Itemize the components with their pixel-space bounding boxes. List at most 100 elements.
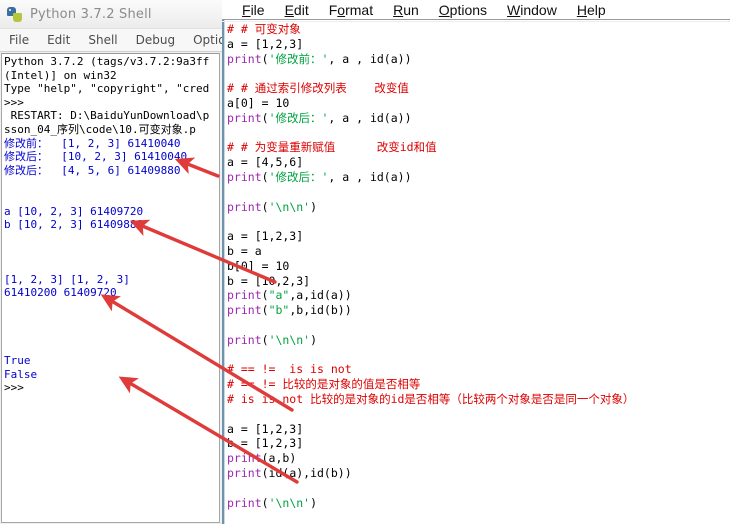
code-token-plain: , a , id(a)) <box>328 169 412 184</box>
shell-output-line: 修改后： [4, 5, 6] 61409880 <box>4 163 181 177</box>
code-token-plain: ( <box>261 495 269 510</box>
code-line: print('\n\n') <box>227 333 727 348</box>
code-token-string: '\n\n' <box>268 199 311 214</box>
code-token-plain: b = a <box>227 243 262 258</box>
menubar-separator <box>222 19 730 20</box>
shell-menu-edit[interactable]: Edit <box>38 33 79 47</box>
code-token-plain: ) <box>310 332 318 347</box>
shell-menu-shell[interactable]: Shell <box>79 33 126 47</box>
code-token-comment: # # 通过索引修改列表 改变值 <box>227 81 409 96</box>
shell-output-line: Type "help", "copyright", "cred <box>4 82 210 96</box>
code-line: # # 为变量重新赋值 改变id和值 <box>227 140 727 155</box>
shell-output-line: Python 3.7.2 (tags/v3.7.2:9a3ff <box>4 55 210 68</box>
code-token-plain: ( <box>261 51 269 66</box>
pane-divider-highlight <box>224 0 225 524</box>
code-token-builtin: print <box>227 303 262 318</box>
code-token-string: '修改后：' <box>268 169 329 184</box>
code-token-builtin: print <box>227 288 262 303</box>
shell-output-area[interactable]: Python 3.7.2 (tags/v3.7.2:9a3ff (Intel)] … <box>1 53 220 523</box>
shell-output-line <box>4 232 219 246</box>
code-token-plain: , a , id(a)) <box>328 51 412 66</box>
editor-menu-run[interactable]: Run <box>383 2 429 18</box>
code-token-plain: ) <box>310 495 318 510</box>
editor-menu-options[interactable]: Options <box>429 2 497 18</box>
code-token-string: "a" <box>268 288 290 303</box>
code-line: print("a",a,id(a)) <box>227 288 727 303</box>
editor-menu-format[interactable]: Format <box>319 2 383 18</box>
shell-output-line: True <box>4 354 31 368</box>
code-line: print('\n\n') <box>227 200 727 215</box>
code-token-builtin: print <box>227 332 262 347</box>
shell-menubar[interactable]: FileEditShellDebugOptions <box>0 29 222 52</box>
code-token-builtin: print <box>227 465 262 480</box>
code-token-builtin: print <box>227 495 262 510</box>
code-line: print("b",b,id(b)) <box>227 303 727 318</box>
shell-output-line <box>4 245 219 259</box>
shell-output-line: >>> <box>4 381 24 395</box>
code-line: a = [1,2,3] <box>227 422 727 437</box>
code-token-plain: ( <box>261 169 269 184</box>
code-editor-text[interactable]: # # 可变对象 a = [1,2,3] print('修改前：', a , id(… <box>227 22 727 522</box>
shell-title: Python 3.7.2 Shell <box>30 6 152 22</box>
code-token-string: "b" <box>268 303 290 318</box>
code-token-plain: b = [10,2,3] <box>227 273 311 288</box>
shell-output-line: False <box>4 367 38 381</box>
shell-output-line <box>4 313 219 327</box>
python-shell-window: Python 3.7.2 Shell File Edit Shell Debug Opt… <box>0 0 222 524</box>
code-token-plain: a = [1,2,3] <box>227 421 304 436</box>
code-line: a = [1,2,3] <box>227 37 727 52</box>
code-token-comment: # == != is is not <box>227 362 352 377</box>
code-token-plain: a[0] = 10 <box>227 95 290 110</box>
code-token-plain: a = [1,2,3] <box>227 229 304 244</box>
idle-editor-pane: File Edit Format Run Options Window Help # # 可… <box>222 0 730 524</box>
editor-menu-window[interactable]: Window <box>497 2 567 18</box>
code-token-plain: ( <box>261 110 269 125</box>
code-token-comment: # # 为变量重新赋值 改变id和值 <box>227 140 437 155</box>
python-logo-icon <box>7 6 24 23</box>
code-token-plain: a = [1,2,3] <box>227 36 304 51</box>
code-token-plain: ) <box>310 199 318 214</box>
code-token-comment: # == != 比较的是对象的值是否相等 <box>227 377 421 392</box>
code-line: b[0] = 10 <box>227 259 727 274</box>
code-token-builtin: print <box>227 110 262 125</box>
editor-menu-help[interactable]: Help <box>567 2 616 18</box>
editor-menubar[interactable]: File Edit Format Run Options Window Help <box>222 0 730 19</box>
code-line: a = [4,5,6] <box>227 155 727 170</box>
code-token-plain: ( <box>261 199 269 214</box>
shell-output-line <box>4 191 219 205</box>
shell-output-line: 修改后： [10, 2, 3] 61410040 <box>4 150 188 164</box>
code-token-plain: (id(a),id(b)) <box>261 465 352 480</box>
shell-output-line: RESTART: D:\BaiduYunDownload\p <box>4 109 210 123</box>
code-token-string: '\n\n' <box>268 495 311 510</box>
code-line: a[0] = 10 <box>227 96 727 111</box>
code-line: # == != is is not <box>227 362 727 377</box>
editor-menu-file[interactable]: File <box>232 2 275 18</box>
code-line: a = [1,2,3] <box>227 229 727 244</box>
shell-output-line: b [10, 2, 3] 61409880 <box>4 218 144 232</box>
code-line: print('修改后：', a , id(a)) <box>227 111 727 126</box>
shell-menu-debug[interactable]: Debug <box>127 33 184 47</box>
shell-menu-file[interactable]: File <box>0 33 38 47</box>
shell-output-line: >>> <box>4 95 24 109</box>
code-token-plain: , a , id(a)) <box>328 110 412 125</box>
code-token-plain: ( <box>261 303 269 318</box>
code-token-builtin: print <box>227 169 262 184</box>
code-line: print('\n\n') <box>227 496 727 511</box>
code-token-plain: ( <box>261 332 269 347</box>
screenshot-root: Python 3.7.2 Shell File Edit Shell Debug Opt… <box>0 0 730 524</box>
shell-output-line: 61410200 61409720 <box>4 286 117 300</box>
code-line: b = [1,2,3] <box>227 436 727 451</box>
shell-titlebar[interactable]: Python 3.7.2 Shell <box>0 0 222 29</box>
shell-output-line <box>4 259 219 273</box>
shell-menu-options[interactable]: Options <box>184 33 222 47</box>
code-line: print(id(a),id(b)) <box>227 466 727 481</box>
editor-menu-edit[interactable]: Edit <box>275 2 319 18</box>
shell-output-line <box>4 327 219 341</box>
shell-output-line <box>4 300 219 314</box>
